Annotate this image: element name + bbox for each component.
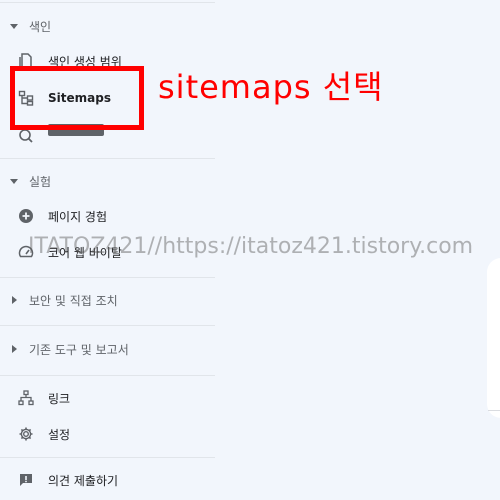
sidebar-item-page-experience[interactable]: 페이지 경험 [18, 204, 107, 228]
chevron-right-icon [12, 345, 17, 353]
chevron-down-icon [10, 23, 18, 29]
section-header-security[interactable]: 보안 및 직접 조치 [10, 289, 118, 311]
sidebar-item-label: 페이지 경험 [48, 209, 108, 224]
section-label-experience: 실험 [29, 174, 52, 189]
section-header-legacy[interactable]: 기존 도구 및 보고서 [10, 338, 129, 360]
top-divider [0, 2, 215, 3]
highlight-box [10, 66, 144, 130]
gear-icon [18, 426, 34, 442]
search-magnify-icon [18, 128, 34, 144]
plus-circle-icon [18, 208, 34, 224]
section-header-experience[interactable]: 실험 [10, 170, 51, 192]
main-panel-divider [488, 410, 500, 411]
divider [0, 457, 215, 458]
sidebar-item-settings[interactable]: 설정 [18, 422, 70, 446]
sidebar-item-label: 설정 [48, 427, 71, 442]
sidebar-item-label: 링크 [48, 391, 71, 406]
sidebar-item-label: 의견 제출하기 [48, 473, 119, 488]
section-header-index[interactable]: 색인 [10, 15, 51, 37]
chevron-down-icon [10, 178, 18, 184]
section-label-security: 보안 및 직접 조치 [29, 293, 118, 308]
feedback-icon [18, 472, 34, 488]
sidebar-item-feedback[interactable]: 의견 제출하기 [18, 468, 118, 492]
watermark: ITATOZ421//https://itatoz421.tistory.com [28, 234, 474, 259]
divider [0, 375, 215, 376]
divider [0, 325, 215, 326]
section-label-legacy: 기존 도구 및 보고서 [29, 342, 129, 357]
sidebar-item-links[interactable]: 링크 [18, 386, 70, 410]
section-label-index: 색인 [29, 19, 52, 34]
main-panel-edge [487, 258, 500, 418]
links-icon [18, 390, 34, 406]
chevron-right-icon [12, 296, 17, 304]
divider [0, 158, 215, 159]
divider [0, 277, 215, 278]
annotation-label: sitemaps 선택 [158, 68, 384, 106]
